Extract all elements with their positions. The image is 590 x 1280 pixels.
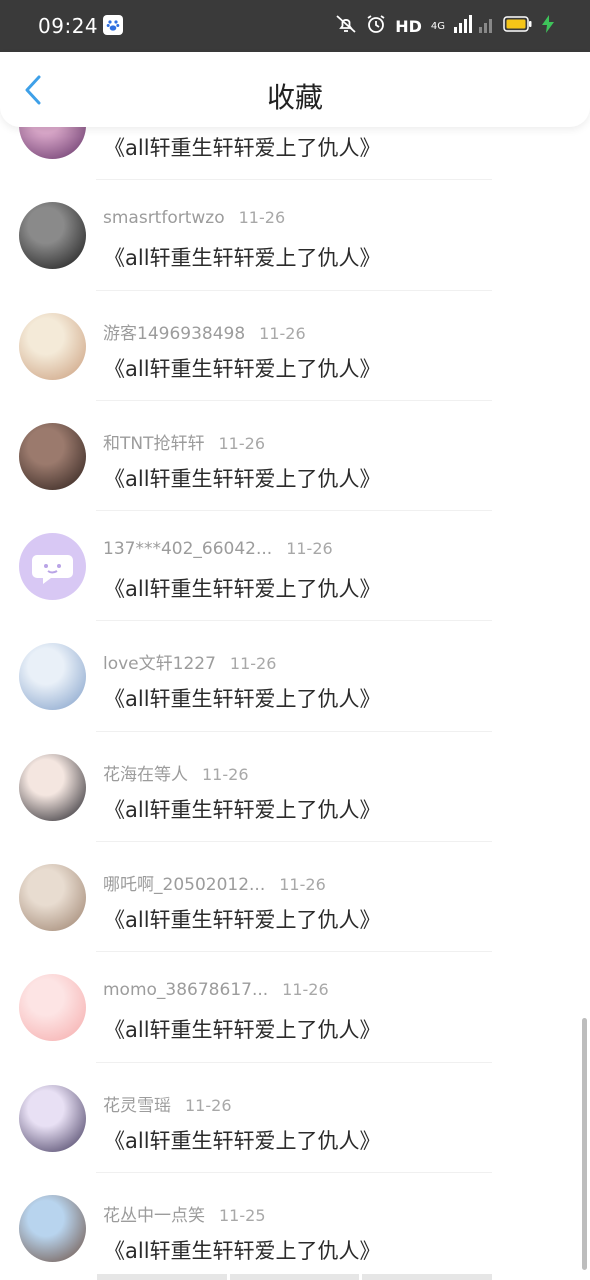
item-meta: 和TNT抢轩轩 11-26: [103, 429, 265, 455]
item-meta: 花丛中一点笑 11-25: [103, 1201, 266, 1227]
date-label: 11-26: [279, 875, 326, 895]
avatar[interactable]: [19, 753, 86, 821]
hd-label: HD: [395, 16, 422, 36]
avatar[interactable]: [19, 643, 86, 711]
username[interactable]: 花丛中一点笑: [103, 1206, 205, 1226]
list-item[interactable]: 和TNT抢轩轩 11-26 《all轩重生轩轩爱上了仇人》: [0, 401, 590, 512]
avatar[interactable]: [19, 974, 86, 1042]
book-title[interactable]: 《all轩重生轩轩爱上了仇人》: [104, 904, 381, 934]
date-label: 11-25: [219, 1205, 266, 1225]
avatar[interactable]: [19, 1194, 86, 1262]
book-title[interactable]: 《all轩重生轩轩爱上了仇人》: [104, 132, 381, 162]
scrollbar[interactable]: [582, 1018, 587, 1270]
list-item[interactable]: momo_38678617... 11-26 《all轩重生轩轩爱上了仇人》: [0, 952, 590, 1063]
item-meta: 哪吒啊_20502012... 11-26: [103, 870, 326, 896]
avatar[interactable]: [19, 202, 86, 270]
book-title[interactable]: 《all轩重生轩轩爱上了仇人》: [104, 573, 381, 603]
username[interactable]: 游客1496938498: [103, 324, 245, 344]
item-meta: love文轩1227 11-26: [103, 649, 276, 675]
date-label: 11-26: [238, 208, 286, 228]
baidu-app-icon: [103, 15, 123, 35]
item-meta: momo_38678617... 11-26: [103, 980, 329, 1006]
list-item[interactable]: 《all轩重生轩轩爱上了仇人》: [0, 127, 590, 181]
chat-bubble-icon: [32, 555, 73, 585]
date-label: 11-26: [282, 980, 329, 1000]
network-label: 4G: [430, 20, 445, 32]
charging-icon: [542, 15, 554, 37]
username[interactable]: momo_38678617...: [103, 980, 268, 1000]
book-title[interactable]: 《all轩重生轩轩爱上了仇人》: [104, 1235, 381, 1265]
list-item[interactable]: 哪吒啊_20502012... 11-26 《all轩重生轩轩爱上了仇人》: [0, 842, 590, 953]
username[interactable]: 花海在等人: [103, 765, 188, 785]
bottom-divider: [97, 1274, 493, 1280]
item-meta: 花灵雪瑶 11-26: [103, 1091, 232, 1117]
date-label: 11-26: [218, 433, 266, 453]
list-item[interactable]: love文轩1227 11-26 《all轩重生轩轩爱上了仇人》: [0, 621, 590, 732]
avatar[interactable]: [19, 533, 86, 601]
item-meta: 游客1496938498 11-26: [103, 319, 306, 345]
status-time: 09:24: [38, 14, 99, 38]
username[interactable]: 和TNT抢轩轩: [103, 434, 205, 454]
avatar[interactable]: [19, 1084, 86, 1152]
avatar[interactable]: [19, 312, 86, 380]
list-item[interactable]: 花海在等人 11-26 《all轩重生轩轩爱上了仇人》: [0, 732, 590, 843]
username[interactable]: 哪吒啊_20502012...: [103, 875, 265, 895]
alarm-icon: [366, 14, 386, 38]
date-label: 11-26: [286, 539, 333, 559]
item-meta: 137***402_66042... 11-26: [103, 539, 333, 565]
book-title[interactable]: 《all轩重生轩轩爱上了仇人》: [104, 463, 381, 493]
book-title[interactable]: 《all轩重生轩轩爱上了仇人》: [104, 1125, 381, 1155]
page-title: 收藏: [266, 81, 323, 114]
mute-icon: [335, 14, 357, 38]
date-label: 11-26: [185, 1095, 232, 1115]
item-meta: smasrtfortwzo 11-26: [103, 208, 285, 234]
book-title[interactable]: 《all轩重生轩轩爱上了仇人》: [104, 794, 381, 824]
avatar[interactable]: [19, 422, 86, 490]
username[interactable]: love文轩1227: [103, 654, 216, 674]
username[interactable]: 137***402_66042...: [103, 539, 272, 559]
list-item[interactable]: 花灵雪瑶 11-26 《all轩重生轩轩爱上了仇人》: [0, 1063, 590, 1173]
signal-icon: [454, 15, 494, 37]
book-title[interactable]: 《all轩重生轩轩爱上了仇人》: [104, 1014, 381, 1044]
book-title[interactable]: 《all轩重生轩轩爱上了仇人》: [104, 683, 381, 713]
avatar[interactable]: [19, 864, 86, 932]
list-item[interactable]: smasrtfortwzo 11-26 《all轩重生轩轩爱上了仇人》: [0, 180, 590, 291]
date-label: 11-26: [259, 323, 306, 343]
list-item[interactable]: 花丛中一点笑 11-25 《all轩重生轩轩爱上了仇人》: [0, 1173, 590, 1280]
battery-icon: [503, 16, 533, 36]
nav-header: 收藏: [0, 52, 590, 127]
item-meta: 花海在等人 11-26: [103, 760, 249, 786]
book-title[interactable]: 《all轩重生轩轩爱上了仇人》: [104, 353, 381, 383]
date-label: 11-26: [229, 654, 277, 674]
list-item[interactable]: 游客1496938498 11-26 《all轩重生轩轩爱上了仇人》: [0, 291, 590, 401]
status-bar: 09:24 HD 4G: [0, 0, 590, 52]
avatar[interactable]: [19, 127, 86, 159]
favorites-list[interactable]: 《all轩重生轩轩爱上了仇人》 smasrtfortwzo 11-26 《all轩重生…: [0, 127, 590, 1280]
date-label: 11-26: [202, 764, 249, 784]
book-title[interactable]: 《all轩重生轩轩爱上了仇人》: [104, 242, 381, 272]
username[interactable]: smasrtfortwzo: [103, 208, 225, 228]
list-item[interactable]: 137***402_66042... 11-26 《all轩重生轩轩爱上了仇人》: [0, 511, 590, 622]
username[interactable]: 花灵雪瑶: [103, 1096, 171, 1116]
